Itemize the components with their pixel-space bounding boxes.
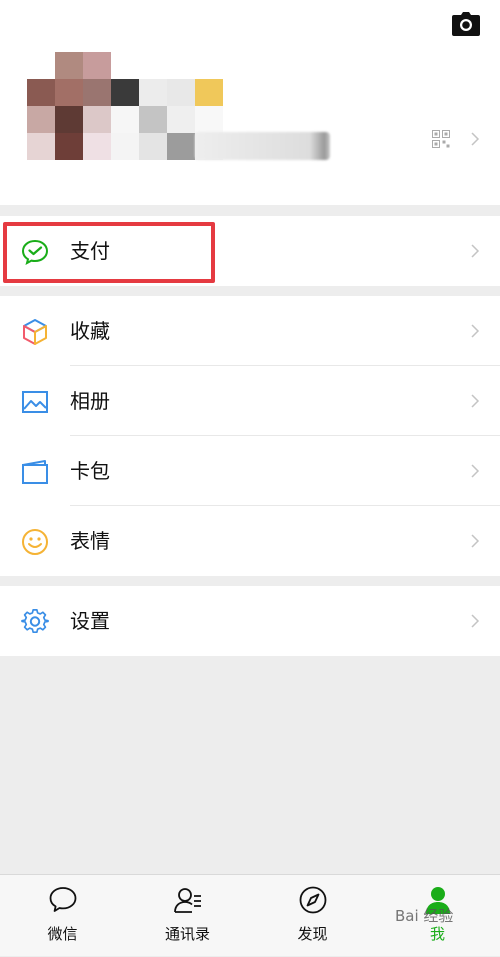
chevron-right-icon xyxy=(471,324,480,338)
tab-contacts[interactable]: 通讯录 xyxy=(125,875,250,957)
card-wallet-icon xyxy=(22,460,48,484)
menu-label-cards: 卡包 xyxy=(70,459,110,483)
nickname-blurred xyxy=(195,132,330,160)
menu-item-favorites[interactable]: 收藏 xyxy=(0,296,500,366)
chevron-right-icon xyxy=(471,614,480,628)
chevron-right-icon xyxy=(471,244,480,258)
menu-label-settings: 设置 xyxy=(70,609,110,633)
cube-icon xyxy=(23,319,47,345)
tab-label-me: 我 xyxy=(429,925,445,943)
menu-item-cards[interactable]: 卡包 xyxy=(0,436,500,506)
menu-label-stickers: 表情 xyxy=(70,529,110,553)
smiley-icon xyxy=(22,529,48,555)
menu-label-favorites: 收藏 xyxy=(70,319,110,343)
tab-label-contacts: 通讯录 xyxy=(164,925,210,943)
profile-header[interactable] xyxy=(0,0,500,205)
features-group: 收藏 相册 卡包 表情 xyxy=(0,296,500,576)
tab-discover[interactable]: 发现 xyxy=(250,875,375,957)
menu-item-settings[interactable]: 设置 xyxy=(0,586,500,656)
qr-code-icon[interactable] xyxy=(432,130,450,148)
compass-icon xyxy=(299,886,326,914)
chevron-right-icon xyxy=(471,534,480,548)
chat-bubble-icon xyxy=(49,887,76,912)
menu-label-album: 相册 xyxy=(70,389,110,413)
watermark: Bai 经验 xyxy=(395,907,454,925)
chevron-right-icon xyxy=(471,464,480,478)
gear-icon xyxy=(21,609,49,634)
contacts-icon xyxy=(173,888,201,913)
chevron-right-icon xyxy=(471,394,480,408)
image-icon xyxy=(22,391,48,413)
menu-item-stickers[interactable]: 表情 xyxy=(0,506,500,576)
highlight-box xyxy=(3,222,215,283)
tab-label-discover: 发现 xyxy=(297,925,328,943)
avatar[interactable] xyxy=(27,52,223,160)
tab-chats[interactable]: 微信 xyxy=(0,875,125,957)
menu-item-album[interactable]: 相册 xyxy=(0,366,500,436)
camera-icon[interactable] xyxy=(452,12,480,36)
settings-group: 设置 xyxy=(0,586,500,656)
tab-label-chats: 微信 xyxy=(47,925,78,943)
chevron-right-icon xyxy=(471,132,480,146)
